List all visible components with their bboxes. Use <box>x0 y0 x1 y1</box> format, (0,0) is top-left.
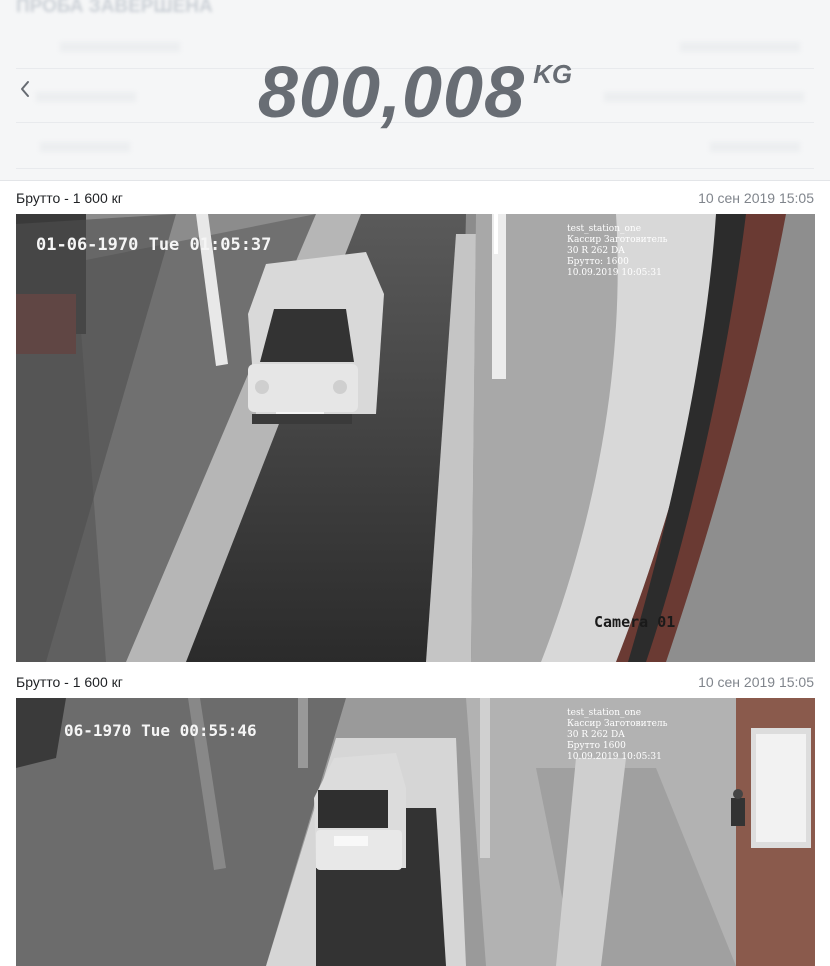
svg-text:Кассир Заготовитель: Кассир Заготовитель <box>567 719 668 729</box>
svg-text:10.09.2019 10:05:31: 10.09.2019 10:05:31 <box>567 268 662 278</box>
blurred-field <box>60 42 180 52</box>
card-header: Брутто - 1 600 кг 10 сен 2019 15:05 <box>16 672 814 692</box>
svg-text:test_station_one: test_station_one <box>567 708 641 718</box>
card-date: 10 сен 2019 15:05 <box>698 674 814 690</box>
card-title: Брутто - 1 600 кг <box>16 674 123 690</box>
card-title: Брутто - 1 600 кг <box>16 190 123 206</box>
vehicle <box>314 753 406 870</box>
svg-text:10.09.2019 10:05:31: 10.09.2019 10:05:31 <box>567 752 662 762</box>
card-header: Брутто - 1 600 кг 10 сен 2019 15:05 <box>16 188 814 208</box>
blurred-field <box>40 142 130 152</box>
weight-value: 800,008 <box>257 53 526 133</box>
svg-text:Кассир Заготовитель: Кассир Заготовитель <box>567 235 668 245</box>
blurred-field <box>680 42 800 52</box>
camera-photo-image: 06-1970 Tue 00:55:46 test_station_one Ка… <box>16 698 815 966</box>
person <box>731 789 745 826</box>
divider <box>16 168 814 169</box>
svg-text:30 R 262 DA: 30 R 262 DA <box>567 730 625 740</box>
weighing-header: ПРОБА ЗАВЕРШЕНА 800,008 KG <box>0 0 830 181</box>
svg-text:30 R 262 DA: 30 R 262 DA <box>567 246 625 256</box>
blurred-status-title: ПРОБА ЗАВЕРШЕНА <box>16 0 213 17</box>
svg-text:test_station_one: test_station_one <box>567 224 641 234</box>
osd-camera-label: Camera 01 <box>594 613 675 631</box>
card-date: 10 сен 2019 15:05 <box>698 190 814 206</box>
svg-text:Брутто: 1600: Брутто: 1600 <box>567 257 629 267</box>
vehicle <box>248 252 384 424</box>
camera-photo[interactable]: 01-06-1970 Tue 01:05:37 test_station_one… <box>16 214 815 662</box>
weight-display: 800,008 KG <box>0 52 830 134</box>
osd-timestamp: 01-06-1970 Tue 01:05:37 <box>36 235 271 255</box>
camera-photo[interactable]: 06-1970 Tue 00:55:46 test_station_one Ка… <box>16 698 815 966</box>
weight-unit: KG <box>533 59 573 89</box>
blurred-field <box>710 142 800 152</box>
camera-photo-image: 01-06-1970 Tue 01:05:37 test_station_one… <box>16 214 815 662</box>
osd-timestamp: 06-1970 Tue 00:55:46 <box>64 721 257 740</box>
svg-text:Брутто 1600: Брутто 1600 <box>567 741 626 751</box>
